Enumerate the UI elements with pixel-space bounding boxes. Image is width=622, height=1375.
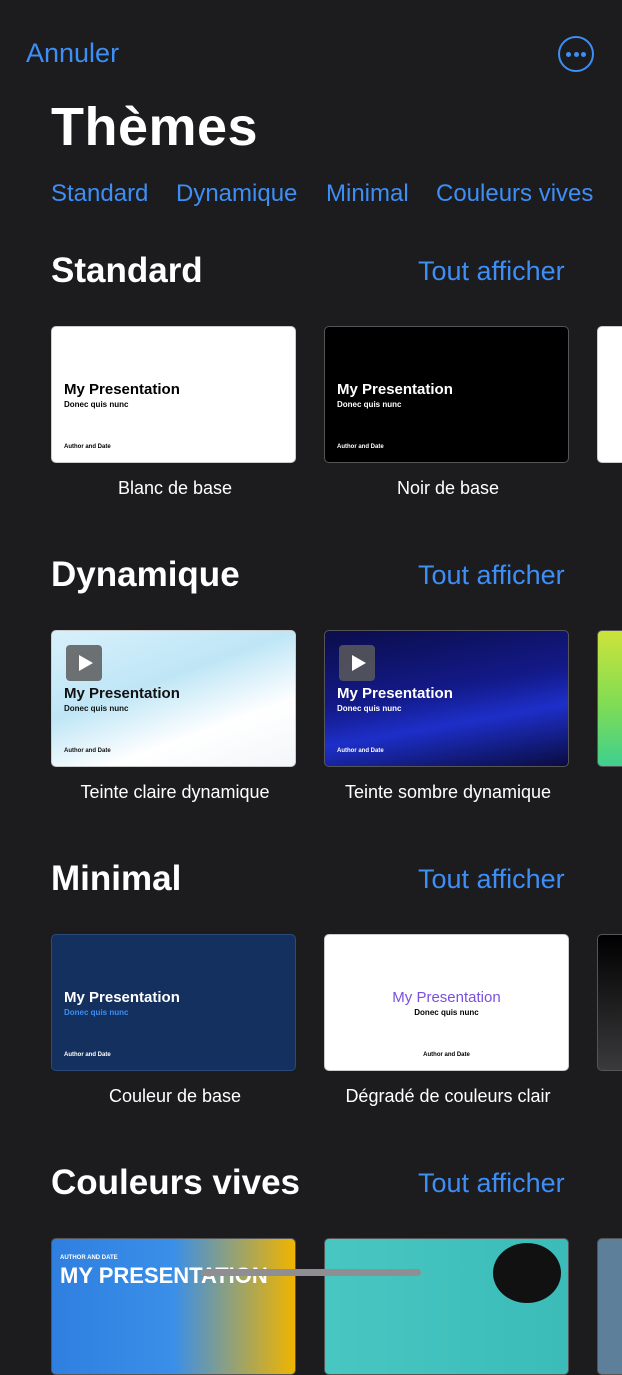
play-icon xyxy=(339,645,375,681)
category-tab-couleurs-vives[interactable]: Couleurs vives xyxy=(436,180,593,208)
theme-thumbnail-noir-de-base[interactable]: My Presentation Donec quis nunc Author a… xyxy=(324,326,569,463)
ellipsis-dot-icon xyxy=(573,52,579,57)
more-options-button[interactable] xyxy=(558,36,594,72)
theme-thumbnail-partial[interactable] xyxy=(597,630,622,767)
thumb-title: My Presentation xyxy=(337,381,453,398)
see-all-button[interactable]: Tout afficher xyxy=(418,864,565,895)
theme-thumbnail-vives-1[interactable]: AUTHOR AND DATE MY PRESENTATION xyxy=(51,1238,296,1375)
section-title: Minimal xyxy=(51,859,182,898)
thumb-title: My Presentation xyxy=(64,685,180,702)
thumb-author: Author and Date xyxy=(64,444,111,450)
section-dynamique: Dynamique Tout afficher My Presentation … xyxy=(0,534,622,838)
thumb-subtitle: Donec quis nunc xyxy=(64,1008,129,1017)
section-standard: Standard Tout afficher My Presentation D… xyxy=(0,230,622,534)
thumb-title: My Presentation xyxy=(64,381,180,398)
theme-label: Blanc de base xyxy=(117,478,233,498)
thumb-title: My Presentation xyxy=(64,989,180,1006)
play-icon xyxy=(66,645,102,681)
theme-label: Couleur de base xyxy=(108,1086,242,1106)
theme-thumbnail-partial[interactable] xyxy=(597,326,622,463)
theme-thumbnail-couleur-de-base[interactable]: My Presentation Donec quis nunc Author a… xyxy=(51,934,296,1071)
theme-label: Teinte claire dynamique xyxy=(80,782,270,802)
theme-thumbnail-degrade-couleurs-clair[interactable]: My Presentation Donec quis nunc Author a… xyxy=(324,934,569,1071)
section-title: Dynamique xyxy=(51,555,240,594)
thumb-subtitle: Donec quis nunc xyxy=(337,400,402,409)
category-tabs: Standard Dynamique Minimal Couleurs vive… xyxy=(0,180,622,216)
theme-thumbnail-vives-2[interactable] xyxy=(324,1238,569,1375)
thumb-author: Author and Date xyxy=(337,444,384,450)
theme-thumbnail-teinte-claire-dynamique[interactable]: My Presentation Donec quis nunc Author a… xyxy=(51,630,296,767)
ellipsis-dot-icon xyxy=(581,52,586,57)
thumb-subtitle: Donec quis nunc xyxy=(64,704,129,713)
thumb-subtitle: Donec quis nunc xyxy=(337,704,402,713)
thumb-author: Author and Date xyxy=(64,748,111,754)
thumb-author: Author and Date xyxy=(64,1052,111,1058)
theme-thumbnail-teinte-sombre-dynamique[interactable]: My Presentation Donec quis nunc Author a… xyxy=(324,630,569,767)
theme-thumbnail-partial[interactable] xyxy=(597,934,622,1071)
theme-thumbnail-blanc-de-base[interactable]: My Presentation Donec quis nunc Author a… xyxy=(51,326,296,463)
section-title: Standard xyxy=(51,251,203,290)
theme-label: Noir de base xyxy=(396,478,500,498)
top-bar: Annuler xyxy=(0,0,622,100)
cancel-button[interactable]: Annuler xyxy=(26,38,119,69)
see-all-button[interactable]: Tout afficher xyxy=(418,1168,565,1199)
thumb-author: Author and Date xyxy=(337,748,384,754)
section-title: Couleurs vives xyxy=(51,1163,300,1202)
category-tab-dynamique[interactable]: Dynamique xyxy=(176,180,297,208)
portrait-image xyxy=(493,1243,561,1303)
home-indicator xyxy=(201,1269,421,1276)
thumb-title: MY PRESENTATION xyxy=(60,1263,268,1288)
page-title: Thèmes xyxy=(51,97,259,157)
section-minimal: Minimal Tout afficher My Presentation Do… xyxy=(0,838,622,1142)
theme-label: Dégradé de couleurs clair xyxy=(345,1086,551,1106)
see-all-button[interactable]: Tout afficher xyxy=(418,560,565,591)
theme-label: Teinte sombre dynamique xyxy=(344,782,552,802)
thumb-title: My Presentation xyxy=(337,685,453,702)
thumb-subtitle: Donec quis nunc xyxy=(414,1008,479,1017)
thumb-subtitle: Donec quis nunc xyxy=(64,400,129,409)
thumb-author: Author and Date xyxy=(423,1052,470,1058)
see-all-button[interactable]: Tout afficher xyxy=(418,256,565,287)
category-tab-minimal[interactable]: Minimal xyxy=(326,180,409,208)
thumb-title: My Presentation xyxy=(392,989,501,1006)
category-tab-standard[interactable]: Standard xyxy=(51,180,148,208)
theme-thumbnail-partial[interactable] xyxy=(597,1238,622,1375)
ellipsis-dot-icon xyxy=(566,52,571,57)
thumb-author: AUTHOR AND DATE xyxy=(60,1255,118,1261)
